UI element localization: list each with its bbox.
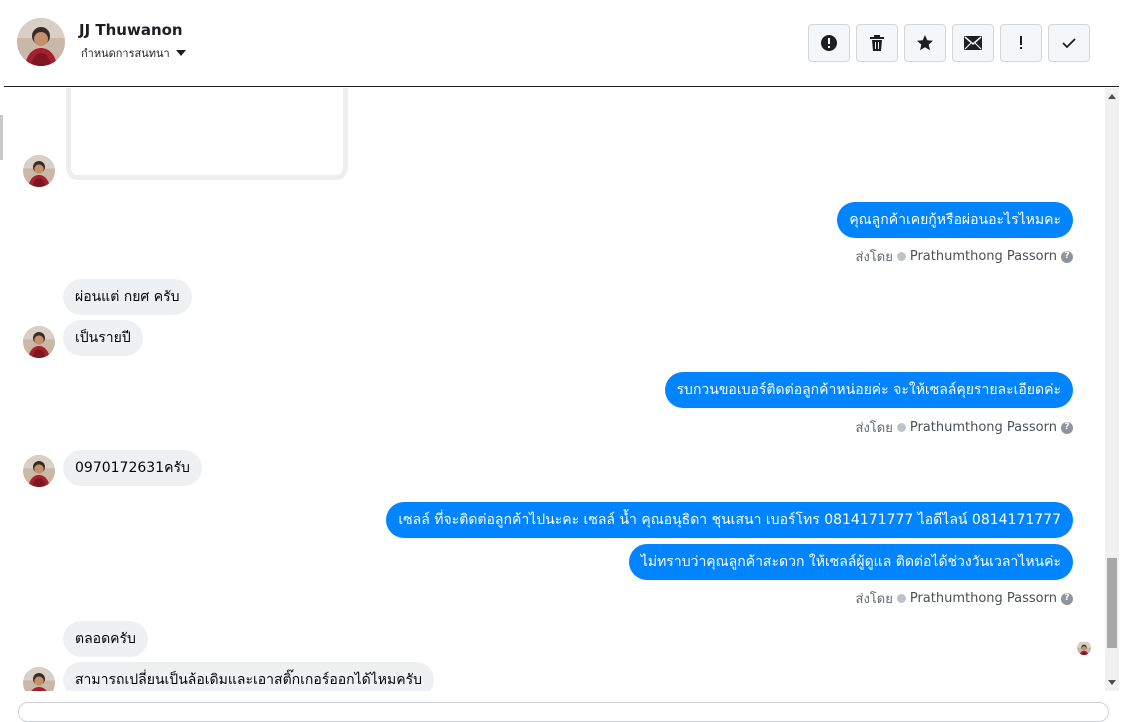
outgoing-message: เซลล์ ที่จะติดต่อลูกค้าไปนะคะ เซลล์ น้ำ … — [386, 502, 1073, 538]
sent-by-prefix: ส่งโดย — [855, 592, 893, 607]
caret-down-icon — [175, 50, 186, 56]
sent-by-prefix: ส่งโดย — [855, 250, 893, 265]
message-thread[interactable]: คุณลูกค้าเคยกู้หรือผ่อนอะไรไหมคะ ส่งโดย … — [4, 88, 1105, 691]
sent-status-icon — [896, 252, 906, 261]
sent-status-icon — [896, 594, 906, 603]
checkmark-icon — [1062, 38, 1076, 49]
sent-by-prefix: ส่งโดย — [855, 421, 893, 436]
scroll-up-arrow-icon[interactable] — [1108, 94, 1116, 99]
sent-by-agent: Prathumthong Passorn — [909, 591, 1057, 606]
assign-label: กำหนดการสนทนา — [81, 47, 170, 60]
help-icon[interactable]: ? — [1061, 592, 1073, 605]
trash-icon — [870, 35, 884, 51]
help-icon[interactable]: ? — [1061, 250, 1073, 263]
sent-by-label: ส่งโดย Prathumthong Passorn ? — [856, 246, 1073, 267]
incoming-message: ตลอดครับ — [63, 621, 148, 657]
mark-spam-button[interactable] — [808, 24, 850, 62]
sent-status-icon — [896, 423, 906, 432]
scroll-thumb[interactable] — [1107, 558, 1117, 648]
outgoing-message: รบกวนขอเบอร์ติดต่อลูกค้าหน่อยค่ะ จะให้เซ… — [664, 372, 1073, 408]
contact-avatar-small — [23, 455, 55, 487]
header-actions — [808, 24, 1090, 62]
conversation-header: JJ Thuwanon กำหนดการสนทนา — [4, 0, 1119, 87]
star-icon — [917, 35, 933, 51]
contact-avatar[interactable] — [17, 18, 65, 66]
mark-unread-button[interactable] — [952, 24, 994, 62]
help-icon[interactable]: ? — [1061, 421, 1073, 434]
seen-avatar — [1077, 641, 1091, 655]
mark-done-button[interactable] — [1048, 24, 1090, 62]
incoming-message: สามารถเปลี่ยนเป็นล้อเดิมและเอาสติ๊กเกอร์… — [63, 662, 435, 691]
thread-scrollbar[interactable] — [1105, 88, 1119, 691]
sent-by-agent: Prathumthong Passorn — [909, 420, 1057, 435]
exclamation-icon — [1020, 36, 1022, 49]
incoming-message: 0970172631ครับ — [63, 450, 202, 486]
contact-avatar-small — [23, 326, 55, 358]
contact-avatar-small — [23, 155, 55, 187]
sent-by-agent: Prathumthong Passorn — [909, 249, 1057, 264]
alert-circle-icon — [821, 35, 837, 51]
star-button[interactable] — [904, 24, 946, 62]
sent-by-label: ส่งโดย Prathumthong Passorn ? — [856, 588, 1073, 609]
follow-up-button[interactable] — [1000, 24, 1042, 62]
contact-name[interactable]: JJ Thuwanon — [79, 21, 183, 39]
message-composer[interactable] — [18, 702, 1109, 722]
incoming-message: ผ่อนแต่ กยศ ครับ — [63, 279, 192, 315]
sent-by-label: ส่งโดย Prathumthong Passorn ? — [856, 417, 1073, 438]
delete-button[interactable] — [856, 24, 898, 62]
contact-avatar-small — [23, 667, 55, 691]
envelope-icon — [964, 36, 982, 50]
left-scroll-edge — [0, 115, 3, 160]
outgoing-message: คุณลูกค้าเคยกู้หรือผ่อนอะไรไหมคะ — [837, 202, 1073, 238]
assign-conversation-dropdown[interactable]: กำหนดการสนทนา — [81, 44, 186, 62]
incoming-message: เป็นรายปี — [63, 320, 143, 356]
scroll-down-arrow-icon[interactable] — [1108, 680, 1116, 685]
image-attachment[interactable] — [66, 88, 348, 180]
outgoing-message: ไม่ทราบว่าคุณลูกค้าสะดวก ให้เซลล์ผู้ดูแล… — [628, 544, 1073, 580]
